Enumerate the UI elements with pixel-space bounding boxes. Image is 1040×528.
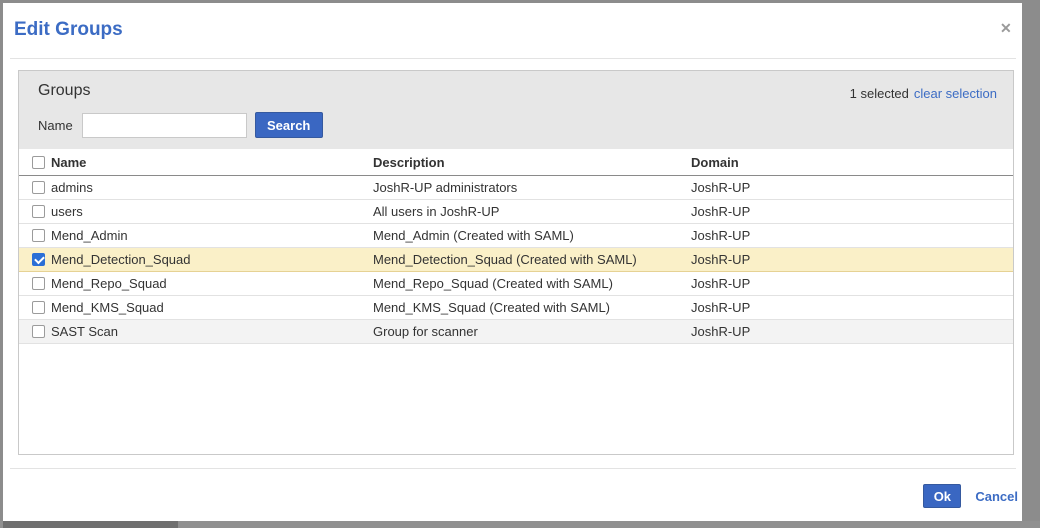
column-header-description: Description — [373, 155, 691, 170]
horizontal-scrollbar-thumb[interactable] — [3, 521, 178, 528]
selection-info: 1 selected clear selection — [850, 86, 997, 101]
groups-panel: Groups 1 selected clear selection Name Se… — [18, 70, 1014, 455]
cell-description: All users in JoshR-UP — [373, 204, 691, 219]
row-checkbox[interactable] — [32, 325, 45, 338]
row-checkbox[interactable] — [32, 301, 45, 314]
window-frame-left — [0, 0, 3, 528]
table-header-row: Name Description Domain — [19, 149, 1013, 176]
cell-description: Mend_Detection_Squad (Created with SAML) — [373, 252, 691, 267]
footer: Ok Cancel — [923, 484, 1018, 508]
row-checkbox[interactable] — [32, 277, 45, 290]
ok-button[interactable]: Ok — [923, 484, 961, 508]
cell-domain: JoshR-UP — [691, 228, 1013, 243]
window-frame-right — [1022, 0, 1040, 528]
cell-name: users — [51, 204, 373, 219]
table-row[interactable]: admins JoshR-UP administrators JoshR-UP — [19, 176, 1013, 200]
cell-description: Group for scanner — [373, 324, 691, 339]
dialog-title: Edit Groups — [14, 19, 123, 41]
cell-description: Mend_Admin (Created with SAML) — [373, 228, 691, 243]
panel-header: Groups 1 selected clear selection Name Se… — [19, 71, 1013, 149]
table-row[interactable]: Mend_Detection_Squad Mend_Detection_Squa… — [19, 248, 1013, 272]
window-frame-top — [0, 0, 1040, 3]
row-checkbox[interactable] — [32, 205, 45, 218]
cell-domain: JoshR-UP — [691, 324, 1013, 339]
cell-name: Mend_Admin — [51, 228, 373, 243]
table-row[interactable]: Mend_Admin Mend_Admin (Created with SAML… — [19, 224, 1013, 248]
table-row[interactable]: Mend_KMS_Squad Mend_KMS_Squad (Created w… — [19, 296, 1013, 320]
cell-name: admins — [51, 180, 373, 195]
search-button[interactable]: Search — [255, 112, 323, 138]
cell-name: Mend_Detection_Squad — [51, 252, 373, 267]
cell-name: Mend_Repo_Squad — [51, 276, 373, 291]
column-header-name: Name — [51, 155, 373, 170]
cell-description: JoshR-UP administrators — [373, 180, 691, 195]
name-search-input[interactable] — [82, 113, 247, 138]
title-divider — [10, 58, 1016, 59]
group-table-body: admins JoshR-UP administrators JoshR-UP … — [19, 176, 1013, 344]
column-header-domain: Domain — [691, 155, 1013, 170]
cell-domain: JoshR-UP — [691, 204, 1013, 219]
row-checkbox[interactable] — [32, 181, 45, 194]
cell-domain: JoshR-UP — [691, 276, 1013, 291]
row-checkbox[interactable] — [32, 229, 45, 242]
cell-name: SAST Scan — [51, 324, 373, 339]
cell-description: Mend_Repo_Squad (Created with SAML) — [373, 276, 691, 291]
cell-domain: JoshR-UP — [691, 252, 1013, 267]
cell-domain: JoshR-UP — [691, 180, 1013, 195]
select-all-checkbox[interactable] — [32, 156, 45, 169]
footer-divider — [10, 468, 1016, 469]
table-row[interactable]: SAST Scan Group for scanner JoshR-UP — [19, 320, 1013, 344]
cell-description: Mend_KMS_Squad (Created with SAML) — [373, 300, 691, 315]
name-label: Name — [38, 118, 73, 133]
table-row[interactable]: Mend_Repo_Squad Mend_Repo_Squad (Created… — [19, 272, 1013, 296]
cell-domain: JoshR-UP — [691, 300, 1013, 315]
table-row[interactable]: users All users in JoshR-UP JoshR-UP — [19, 200, 1013, 224]
close-icon[interactable]: ✕ — [1000, 21, 1012, 35]
selection-count: 1 selected — [850, 86, 909, 101]
search-row: Name Search — [38, 112, 323, 138]
panel-title: Groups — [38, 82, 90, 100]
row-checkbox[interactable] — [32, 253, 45, 266]
cell-name: Mend_KMS_Squad — [51, 300, 373, 315]
cancel-button[interactable]: Cancel — [975, 489, 1018, 504]
clear-selection-link[interactable]: clear selection — [914, 86, 997, 101]
